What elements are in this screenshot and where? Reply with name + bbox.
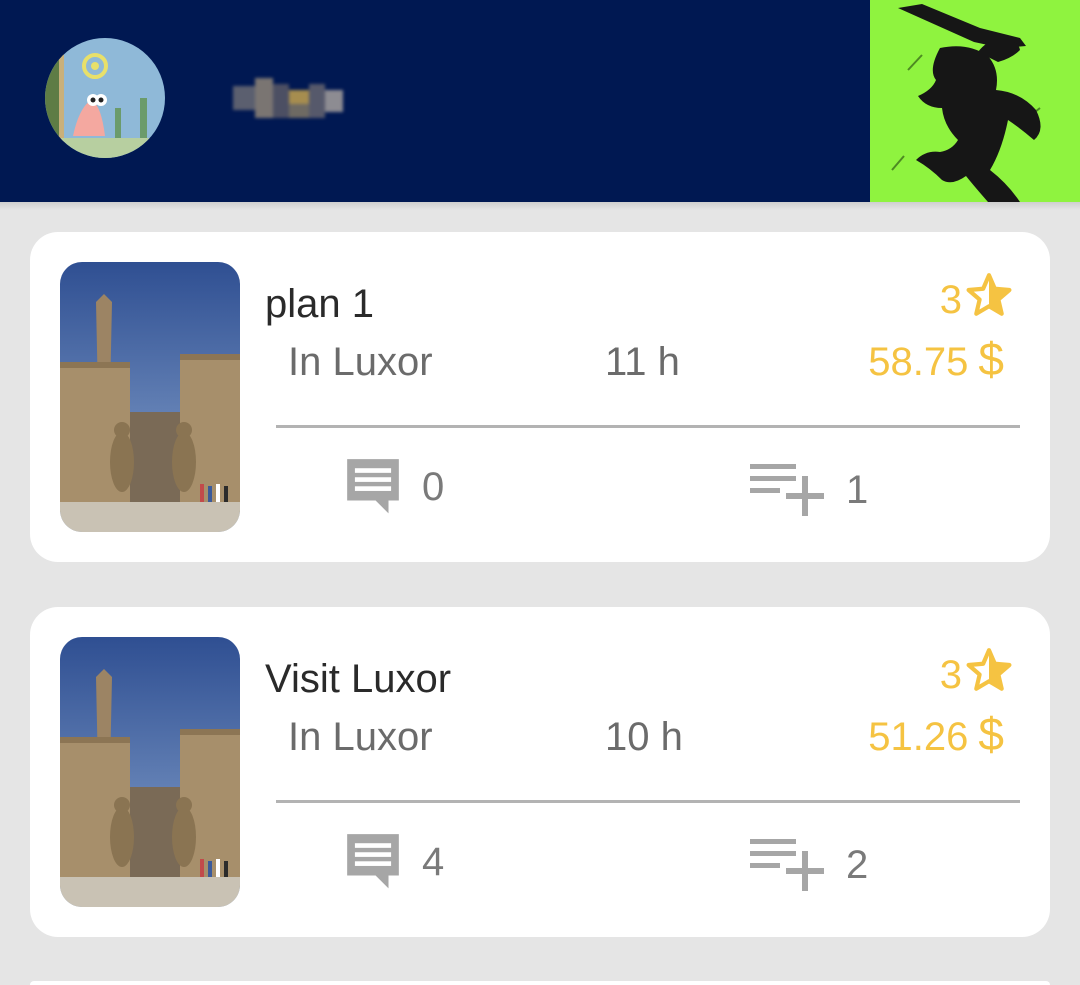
comments-button[interactable]: 4: [342, 829, 444, 896]
playlist-add-icon: [750, 835, 828, 896]
divider: [276, 425, 1020, 428]
divider: [276, 800, 1020, 803]
plan-title[interactable]: Visit Luxor: [265, 657, 451, 702]
comments-count: 4: [422, 840, 445, 884]
plan-price: 58.75 $: [868, 332, 1004, 386]
add-to-list-button[interactable]: 2: [750, 835, 868, 896]
plan-thumbnail: [60, 637, 240, 907]
add-to-list-button[interactable]: 1: [750, 460, 868, 521]
plan-location: In Luxor: [288, 715, 433, 759]
price-value: 51.26: [868, 715, 969, 759]
rating-value: 3: [939, 277, 962, 322]
comment-icon: [342, 454, 404, 521]
comments-count: 0: [422, 465, 445, 509]
currency-symbol: $: [978, 708, 1004, 760]
plan-card[interactable]: Visit Luxor In Luxor 10 h 3 51.26 $ 4 2: [30, 607, 1050, 937]
plan-rating: 3: [940, 645, 1014, 705]
header-shadow: [0, 202, 1080, 210]
added-count: 1: [846, 468, 869, 512]
plan-duration: 10 h: [605, 715, 683, 759]
username-redacted: [233, 72, 343, 124]
plan-location: In Luxor: [288, 340, 433, 384]
currency-symbol: $: [978, 333, 1004, 385]
half-star-icon: [964, 270, 1014, 330]
comments-button[interactable]: 0: [342, 454, 444, 521]
plan-card[interactable]: [30, 981, 1050, 985]
plan-duration: 11 h: [605, 340, 680, 384]
profile-avatar[interactable]: [45, 38, 165, 158]
comment-icon: [342, 829, 404, 896]
plan-thumbnail: [60, 262, 240, 532]
ninja-silhouette-icon[interactable]: [870, 0, 1080, 202]
price-value: 58.75: [868, 340, 969, 384]
plan-card[interactable]: plan 1 In Luxor 11 h 3 58.75 $ 0 1: [30, 232, 1050, 562]
half-star-icon: [964, 645, 1014, 705]
rating-value: 3: [939, 652, 962, 697]
plan-rating: 3: [940, 270, 1014, 330]
plan-price: 51.26 $: [868, 707, 1004, 761]
app-header: [0, 0, 1080, 202]
added-count: 2: [846, 843, 869, 887]
plan-title[interactable]: plan 1: [265, 282, 374, 327]
playlist-add-icon: [750, 460, 828, 521]
